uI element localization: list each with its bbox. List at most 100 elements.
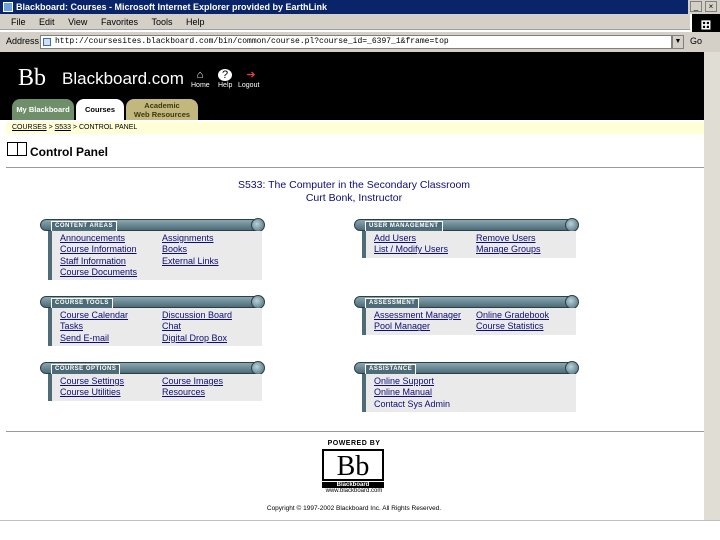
link-digital-drop-box[interactable]: Digital Drop Box [162, 333, 262, 344]
breadcrumb: COURSES > S533 > CONTROL PANEL [6, 122, 704, 134]
panel-cap-icon [565, 218, 579, 232]
menu-favorites[interactable]: Favorites [101, 14, 138, 30]
link-resources[interactable]: Resources [162, 387, 262, 398]
link-remove-users[interactable]: Remove Users [476, 233, 576, 244]
course-title: S533: The Computer in the Secondary Clas… [0, 179, 708, 205]
logout-link[interactable]: Logout [238, 82, 259, 89]
tab-my-blackboard[interactable]: My Blackboard [12, 99, 74, 120]
menu-help[interactable]: Help [186, 14, 205, 30]
panel-header: USER MANAGEMENT [354, 218, 579, 232]
powered-by-text: POWERED BY [327, 440, 381, 447]
status-bar [0, 520, 720, 540]
window-controls: _ × [688, 0, 720, 14]
panel-links: Course Calendar Discussion Board Tasks C… [48, 308, 262, 346]
breadcrumb-course[interactable]: S533 [55, 124, 71, 131]
logout-icon[interactable]: ➜ [244, 69, 258, 81]
panel-assistance: ASSISTANCE Online Support Online Manual … [354, 361, 579, 412]
panel-cap-icon [565, 361, 579, 375]
copyright: Copyright © 1997-2002 Blackboard Inc. Al… [266, 505, 442, 512]
link-discussion-board[interactable]: Discussion Board [162, 310, 262, 321]
breadcrumb-courses[interactable]: COURSES [12, 124, 47, 131]
breadcrumb-separator: > [46, 124, 55, 131]
link-pool-manager[interactable]: Pool Manager [374, 321, 476, 332]
breadcrumb-separator: > [70, 124, 79, 131]
link-books[interactable]: Books [162, 244, 262, 255]
panel-cap-icon [251, 361, 265, 375]
tab-academic-line2: Web Resources [133, 110, 191, 119]
spacer [476, 376, 576, 387]
help-icon[interactable]: ? [218, 69, 232, 81]
menu-tools[interactable]: Tools [151, 14, 172, 30]
menu-bar: File Edit View Favorites Tools Help [0, 14, 690, 30]
vertical-scrollbar[interactable] [704, 52, 720, 520]
panel-header: COURSE OPTIONS [40, 361, 265, 375]
link-tasks[interactable]: Tasks [60, 321, 162, 332]
breadcrumb-current: CONTROL PANEL [78, 124, 138, 131]
tab-courses[interactable]: Courses [76, 99, 124, 120]
link-add-users[interactable]: Add Users [374, 233, 476, 244]
divider [6, 431, 704, 432]
address-dropdown-button[interactable]: ▼ [672, 35, 684, 49]
link-assignments[interactable]: Assignments [162, 233, 262, 244]
powered-by-logo[interactable]: POWERED BY Bb Blackboard www.blackboard.… [322, 440, 386, 494]
course-name: S533: The Computer in the Secondary Clas… [237, 179, 471, 191]
link-course-statistics[interactable]: Course Statistics [476, 321, 576, 332]
blackboard-logo-mark: Bb [18, 65, 47, 91]
page-icon [43, 38, 51, 46]
link-announcements[interactable]: Announcements [60, 233, 162, 244]
link-course-calendar[interactable]: Course Calendar [60, 310, 162, 321]
panel-content-areas: CONTENT AREAS Announcements Assignments … [40, 218, 265, 281]
panel-course-tools: COURSE TOOLS Course Calendar Discussion … [40, 295, 265, 346]
link-course-images[interactable]: Course Images [162, 376, 262, 387]
divider [6, 167, 704, 168]
page-title: Control Panel [30, 145, 109, 159]
panel-cap-icon [565, 295, 579, 309]
link-online-manual[interactable]: Online Manual [374, 387, 476, 398]
window-title-bar: Blackboard: Courses - Microsoft Internet… [0, 0, 690, 14]
home-icon[interactable]: ⌂ [193, 69, 207, 81]
minimize-button[interactable]: _ [690, 1, 702, 12]
link-course-documents[interactable]: Course Documents [60, 267, 162, 278]
tab-academic-line1: Academic [144, 101, 180, 110]
blackboard-mark-icon: Bb [322, 449, 384, 482]
address-label: Address [6, 36, 40, 46]
panel-header: ASSESSMENT [354, 295, 579, 309]
spacer [476, 387, 576, 398]
link-contact-sys-admin[interactable]: Contact Sys Admin [374, 399, 476, 410]
go-button[interactable]: Go [690, 36, 702, 46]
link-send-email[interactable]: Send E-mail [60, 333, 162, 344]
blackboard-logo-text: Blackboard.com [62, 69, 184, 88]
link-course-information[interactable]: Course Information [60, 244, 162, 255]
link-online-support[interactable]: Online Support [374, 376, 476, 387]
link-staff-information[interactable]: Staff Information [60, 256, 162, 267]
panel-header: ASSISTANCE [354, 361, 579, 375]
window-title: Blackboard: Courses - Microsoft Internet… [16, 2, 328, 12]
link-course-utilities[interactable]: Course Utilities [60, 387, 162, 398]
course-instructor: Curt Bonk, Instructor [305, 192, 403, 204]
panel-header: COURSE TOOLS [40, 295, 265, 309]
address-url: http://coursesites.blackboard.com/bin/co… [55, 37, 449, 46]
book-icon [7, 142, 27, 156]
panel-links: Online Support Online Manual Contact Sys… [362, 374, 576, 412]
address-input[interactable]: http://coursesites.blackboard.com/bin/co… [40, 35, 672, 49]
menu-view[interactable]: View [68, 14, 87, 30]
blackboard-header: Bb Blackboard.com ⌂ Home ? Help ➜ Logout… [0, 52, 720, 120]
link-manage-groups[interactable]: Manage Groups [476, 244, 576, 255]
panel-links: Add Users Remove Users List / Modify Use… [362, 231, 576, 258]
link-chat[interactable]: Chat [162, 321, 262, 332]
blackboard-url: www.blackboard.com [325, 488, 383, 494]
link-external-links[interactable]: External Links [162, 256, 262, 267]
panel-links: Course Settings Course Images Course Uti… [48, 374, 262, 401]
link-course-settings[interactable]: Course Settings [60, 376, 162, 387]
close-button[interactable]: × [705, 1, 717, 12]
link-online-gradebook[interactable]: Online Gradebook [476, 310, 576, 321]
help-link[interactable]: Help [218, 82, 232, 89]
menu-file[interactable]: File [11, 14, 26, 30]
link-list-modify-users[interactable]: List / Modify Users [374, 244, 476, 255]
link-assessment-manager[interactable]: Assessment Manager [374, 310, 476, 321]
menu-edit[interactable]: Edit [39, 14, 55, 30]
tab-academic-web-resources[interactable]: Academic Web Resources [126, 99, 198, 120]
address-bar: Address http://coursesites.blackboard.co… [0, 32, 720, 52]
internet-explorer-icon [3, 2, 13, 12]
home-link[interactable]: Home [191, 82, 210, 89]
